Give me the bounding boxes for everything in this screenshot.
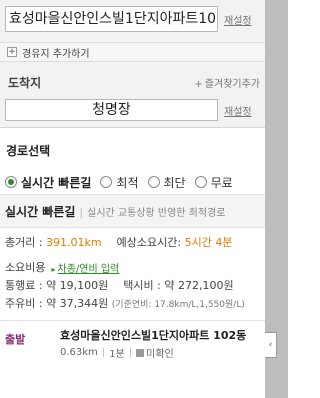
fuel-note: (기준연비: 17.8km/L,1,550원/L) xyxy=(111,300,245,310)
add-waypoint-button[interactable]: + 경유지 추가하기 xyxy=(0,42,265,62)
departure-name: 효성마을신안인스빌1단지아파트 102동 xyxy=(60,329,247,342)
destination-title: 도착지 xyxy=(8,76,42,90)
route-summary-header: 실시간 빠른길 | 실시간 교통상황 반영한 최적경로 xyxy=(0,194,265,228)
route-option-optimal[interactable]: 최적 xyxy=(100,174,139,191)
distance-time-row: 총거리 : 391.01km 예상소요시간: 5시간 4분 xyxy=(0,228,265,252)
toll-label: 통행료 : xyxy=(5,279,43,292)
route-select-title: 경로선택 xyxy=(6,144,51,158)
toll-value: 약 19,100원 xyxy=(46,279,109,292)
departure-step[interactable]: 출발 효성마을신안인스빌1단지아파트 102동 0.63km | 1분 | 미확… xyxy=(0,320,265,360)
triangle-right-icon: ▸ xyxy=(51,264,56,274)
departure-time: 1분 xyxy=(109,349,125,360)
route-option-free[interactable]: 무료 xyxy=(194,174,233,191)
fuel-row: 주유비 : 약 37,344원 (기준연비: 17.8km/L,1,550원/L… xyxy=(0,292,265,310)
vehicle-fuel-input-label: 차종/연비 입력 xyxy=(57,263,120,275)
time-value: 5시간 4분 xyxy=(184,236,233,249)
route-option-shortest[interactable]: 최단 xyxy=(147,174,186,191)
square-icon xyxy=(136,348,145,357)
radio-selected-icon[interactable] xyxy=(5,176,17,188)
side-rail: ‹ xyxy=(265,0,288,398)
route-option-label: 실시간 빠른길 xyxy=(21,175,92,190)
distance-value: 391.01km xyxy=(46,236,102,249)
departure-status: 미확인 xyxy=(146,349,174,360)
radio-icon[interactable] xyxy=(147,176,160,188)
route-name: 실시간 빠른길 xyxy=(5,205,76,219)
add-favorite-link[interactable]: + 즐겨찾기추가 xyxy=(194,75,260,90)
separator: | xyxy=(128,347,133,358)
fuel-value: 약 37,344원 xyxy=(46,297,109,310)
time-label: 예상소요시간: xyxy=(116,236,182,249)
fuel-label: 주유비 : xyxy=(5,297,43,310)
plus-icon: + xyxy=(194,79,203,90)
destination-reset-link[interactable]: 재설정 xyxy=(224,103,252,118)
taxi-value: 약 272,100원 xyxy=(164,279,234,292)
destination-input[interactable]: 청명장 xyxy=(5,99,218,121)
origin-section: 효성마을신안인스빌1단지아파트102 재설정 + 경유지 추가하기 xyxy=(0,0,265,66)
destination-section: 도착지 + 즐겨찾기추가 청명장 재설정 xyxy=(0,66,265,127)
separator: | xyxy=(79,206,84,219)
route-option-realtime[interactable]: 실시간 빠른길 xyxy=(5,174,91,191)
radio-icon[interactable] xyxy=(194,176,207,188)
route-panel: 효성마을신안인스빌1단지아파트102 재설정 + 경유지 추가하기 도착지 + 즐… xyxy=(0,0,265,398)
cost-title: 소요비용 xyxy=(5,261,46,274)
separator: | xyxy=(101,347,106,358)
cost-header: 소요비용 ▸ 차종/연비 입력 xyxy=(0,252,265,275)
vehicle-fuel-input-link[interactable]: ▸ 차종/연비 입력 xyxy=(51,260,119,275)
add-favorite-label: 즐겨찾기추가 xyxy=(204,79,260,90)
add-waypoint-label: 경유지 추가하기 xyxy=(22,48,90,60)
toll-taxi-row: 통행료 : 약 19,100원 택시비 : 약 272,100원 xyxy=(0,274,265,292)
plus-icon: + xyxy=(7,47,17,57)
route-option-label: 최적 xyxy=(116,175,139,190)
route-description: 실시간 교통상황 반영한 최적경로 xyxy=(87,208,226,219)
route-option-label: 무료 xyxy=(210,175,233,190)
radio-icon[interactable] xyxy=(100,176,113,188)
route-option-label: 최단 xyxy=(163,175,186,190)
origin-input[interactable]: 효성마을신안인스빌1단지아파트102 xyxy=(5,6,218,32)
origin-reset-link[interactable]: 재설정 xyxy=(224,12,252,27)
distance-label: 총거리 : xyxy=(5,236,43,249)
taxi-label: 택시비 : xyxy=(123,279,161,292)
departure-distance: 0.63km xyxy=(60,347,98,358)
chevron-left-icon[interactable]: ‹ xyxy=(265,332,277,358)
departure-meta: 0.63km | 1분 | 미확인 xyxy=(60,345,265,360)
route-options: 실시간 빠른길 최적 최단 무료 xyxy=(0,162,265,194)
departure-label: 출발 xyxy=(5,333,26,346)
